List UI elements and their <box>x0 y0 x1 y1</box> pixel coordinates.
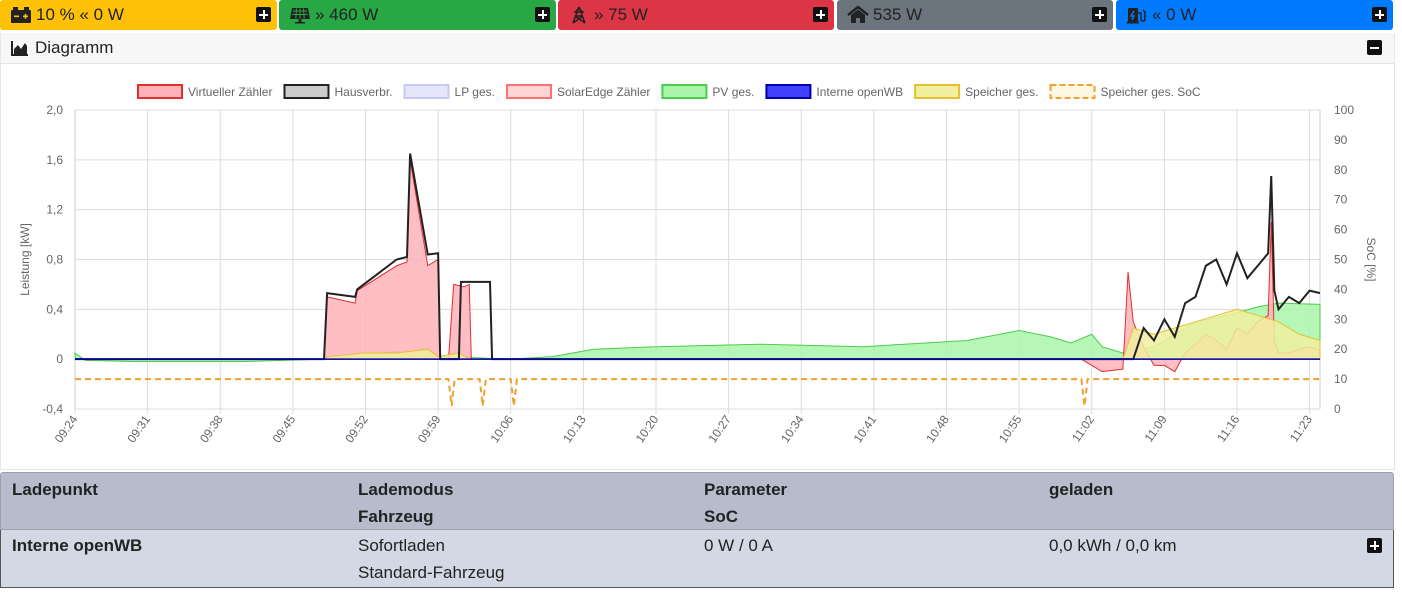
header-soc: SoC <box>704 507 738 526</box>
header-ladepunkt: Ladepunkt <box>12 480 98 499</box>
y-tick-label: 0,8 <box>46 253 63 267</box>
x-tick-label: 09:31 <box>124 412 153 445</box>
legend-swatch-speicher-ges- <box>914 84 961 99</box>
x-tick-label: 11:23 <box>1287 412 1315 444</box>
y2-tick-label: 100 <box>1334 103 1354 117</box>
x-tick-label: 10:55 <box>996 412 1025 445</box>
home-icon <box>847 6 869 23</box>
legend-label-solaredge-z-hler: SolarEdge Zähler <box>557 85 650 99</box>
row-parameter: 0 W / 0 A <box>704 536 773 555</box>
row-expand-icon[interactable] <box>1367 538 1382 553</box>
header-lademodus: Lademodus <box>358 480 454 499</box>
x-tick-label: 11:02 <box>1069 412 1097 444</box>
y2-tick-label: 0 <box>1334 402 1341 416</box>
legend-label-virtueller-z-hler: Virtueller Zähler <box>188 85 272 99</box>
charging-station-icon <box>1127 8 1146 24</box>
y2-tick-label: 90 <box>1334 133 1348 147</box>
chargepoint-table: Ladepunkt Lademodus Fahrzeug Parameter S… <box>0 472 1394 588</box>
diagram-header[interactable]: Diagramm <box>1 33 1394 64</box>
chart-area-icon <box>11 41 28 56</box>
chargepoint-expand-icon[interactable] <box>1372 7 1387 22</box>
x-tick-label: 10:41 <box>851 412 880 445</box>
y2-tick-label: 20 <box>1334 342 1348 356</box>
y-tick-label: 1,6 <box>46 153 63 167</box>
legend-swatch-pv-ges- <box>661 84 708 99</box>
x-tick-label: 10:13 <box>560 412 589 445</box>
legend-label-hausverbr-: Hausverbr. <box>334 85 392 99</box>
legend-label-pv-ges-: PV ges. <box>712 85 754 99</box>
battery-tile[interactable]: 10 % « 0 W <box>0 0 277 30</box>
row-lademodus[interactable]: Sofortladen <box>358 532 445 559</box>
x-tick-label: 09:45 <box>270 412 299 445</box>
x-tick-label: 09:24 <box>52 412 81 445</box>
x-tick-label: 10:34 <box>778 412 807 445</box>
table-row[interactable]: Interne openWB Sofortladen Standard-Fahr… <box>0 530 1394 588</box>
x-tick-label: 10:27 <box>705 412 734 445</box>
house-status-text: 535 W <box>873 5 923 24</box>
house-tile[interactable]: 535 W <box>837 0 1113 30</box>
row-fahrzeug: Standard-Fahrzeug <box>358 563 505 582</box>
y-tick-label: 0 <box>56 352 63 366</box>
grid-expand-icon[interactable] <box>813 7 828 22</box>
chargepoint-status-text: « 0 W <box>1152 5 1197 24</box>
x-tick-label: 10:06 <box>488 412 517 445</box>
y-axis-title: Leistung [kW] <box>18 223 32 296</box>
solar-panel-icon <box>290 8 310 24</box>
legend-label-lp-ges-: LP ges. <box>455 85 495 99</box>
y2-tick-label: 70 <box>1334 193 1348 207</box>
header-parameter: Parameter <box>704 480 788 499</box>
chargepoint-tile[interactable]: « 0 W <box>1116 0 1393 30</box>
y2-tick-label: 50 <box>1334 253 1348 267</box>
y2-tick-label: 60 <box>1334 223 1348 237</box>
x-tick-label: 11:09 <box>1142 412 1170 444</box>
header-geladen: geladen <box>1049 480 1114 499</box>
y2-tick-label: 80 <box>1334 163 1348 177</box>
power-chart: -0,4 0 0,4 0,8 1,2 1,6 2,0 0 10 20 30 40 50 60 70 80 90 1… <box>18 84 1378 445</box>
car-battery-icon <box>11 7 31 23</box>
x-tick-label: 11:16 <box>1214 412 1242 444</box>
legend-swatch-solaredge-z-hler <box>506 84 552 99</box>
legend-swatch-speicher-ges-soc <box>1049 84 1096 99</box>
y-tick-label: 1,2 <box>46 203 63 217</box>
battery-status-text: 10 % « 0 W <box>36 5 124 24</box>
y2-tick-label: 10 <box>1334 372 1348 386</box>
diagram-title: Diagramm <box>35 38 114 57</box>
x-tick-label: 09:52 <box>342 412 371 445</box>
legend-swatch-interne-openwb <box>765 84 812 99</box>
status-bar: 10 % « 0 W » 460 W » 75 W 535 W « 0 W <box>0 0 1402 31</box>
y-tick-label: -0,4 <box>42 402 63 416</box>
y2-tick-label: 40 <box>1334 282 1348 296</box>
minus-square-icon[interactable] <box>1367 40 1382 55</box>
grid-status-text: » 75 W <box>594 5 648 24</box>
pv-expand-icon[interactable] <box>535 7 550 22</box>
series-line-speicher-ges-soc <box>75 378 1320 407</box>
y-tick-label: 0,4 <box>46 302 63 316</box>
y2-tick-label: 30 <box>1334 312 1348 326</box>
house-expand-icon[interactable] <box>1092 7 1107 22</box>
y2-axis-title: SoC [%] <box>1364 237 1378 281</box>
grid-tile[interactable]: » 75 W <box>558 0 834 30</box>
legend-label-speicher-ges-: Speicher ges. <box>965 85 1038 99</box>
legend-label-interne-openwb: Interne openWB <box>816 85 903 99</box>
legend-swatch-lp-ges- <box>403 84 450 99</box>
power-tower-icon <box>572 6 586 24</box>
pv-status-text: » 460 W <box>315 5 379 24</box>
y-tick-label: 2,0 <box>46 103 63 117</box>
legend-swatch-hausverbr- <box>283 84 330 99</box>
row-ladepunkt: Interne openWB <box>12 536 143 555</box>
x-tick-label: 10:20 <box>633 412 662 445</box>
header-fahrzeug: Fahrzeug <box>358 507 434 526</box>
x-tick-label: 09:38 <box>197 412 226 445</box>
legend-swatch-virtueller-z-hler <box>137 84 183 99</box>
battery-expand-icon[interactable] <box>256 7 271 22</box>
x-tick-label: 09:59 <box>415 412 444 445</box>
table-header: Ladepunkt Lademodus Fahrzeug Parameter S… <box>0 472 1394 530</box>
row-geladen: 0,0 kWh / 0,0 km <box>1049 536 1177 555</box>
pv-tile[interactable]: » 460 W <box>279 0 556 30</box>
legend-label-speicher-ges-soc: Speicher ges. SoC <box>1101 85 1201 99</box>
x-tick-label: 10:48 <box>923 412 952 445</box>
